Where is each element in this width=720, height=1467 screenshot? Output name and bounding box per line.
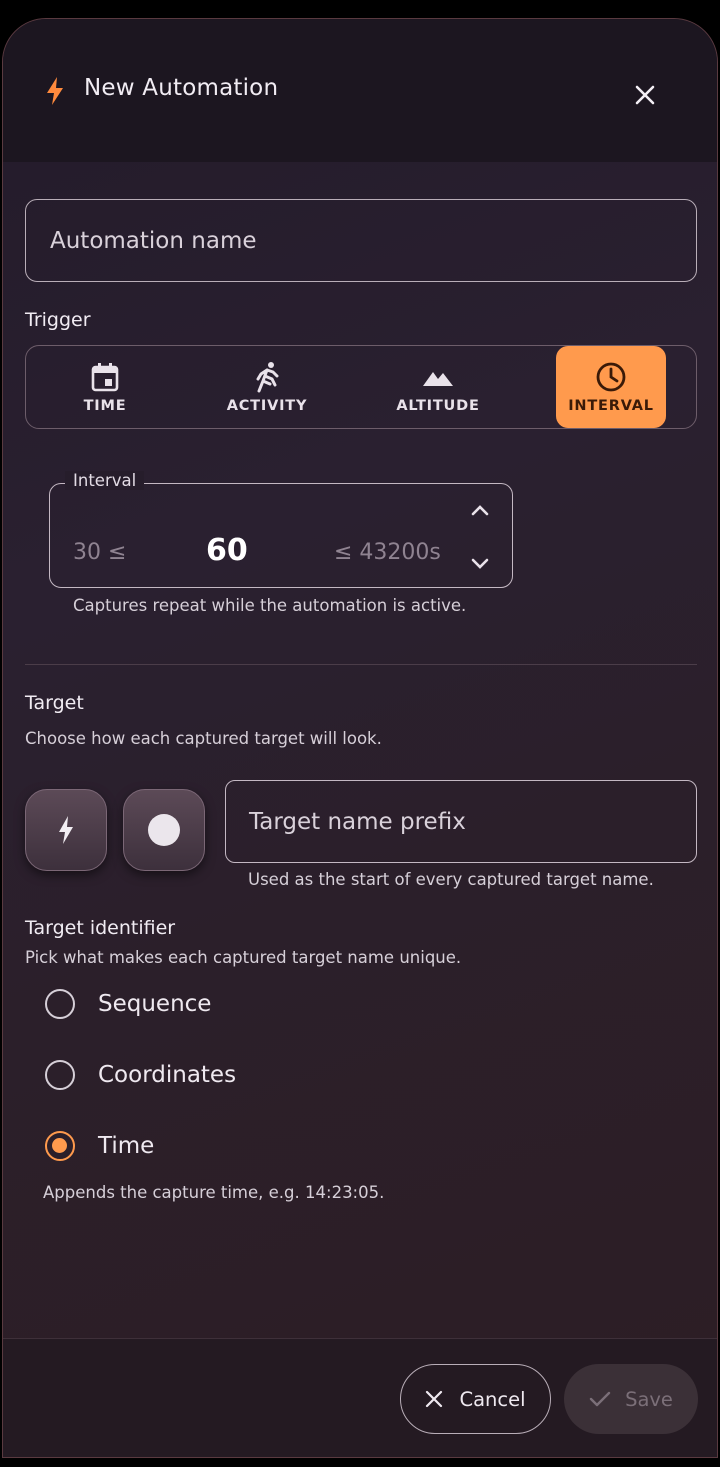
target-label: Target	[25, 692, 84, 714]
target-icon-button[interactable]	[25, 789, 107, 871]
circle-icon	[148, 814, 180, 846]
automation-dialog: New Automation Automation name Trigger T…	[2, 18, 718, 1458]
trigger-option-activity[interactable]: ACTIVITY	[184, 346, 350, 428]
trigger-label: Trigger	[25, 309, 91, 331]
chevron-down-icon[interactable]	[465, 548, 495, 578]
interval-min: 30 ≤	[73, 540, 127, 565]
identifier-label: Target identifier	[25, 917, 176, 939]
save-button[interactable]: Save	[564, 1364, 698, 1434]
radio-label: Time	[98, 1133, 155, 1159]
chevron-up-icon[interactable]	[465, 496, 495, 526]
automation-name-input[interactable]: Automation name	[25, 199, 697, 282]
section-divider	[25, 664, 697, 665]
identifier-selected-helper: Appends the capture time, e.g. 14:23:05.	[43, 1183, 385, 1202]
target-prefix-input[interactable]: Target name prefix	[225, 780, 697, 863]
dialog-title: New Automation	[84, 75, 279, 101]
running-icon	[256, 362, 279, 393]
identifier-helper: Pick what makes each captured target nam…	[25, 948, 462, 967]
trigger-option-label: TIME	[83, 398, 127, 414]
identifier-option-time[interactable]: Time	[45, 1131, 154, 1161]
target-shape-button[interactable]	[123, 789, 205, 871]
cancel-button-label: Cancel	[459, 1387, 526, 1411]
target-prefix-placeholder: Target name prefix	[249, 808, 466, 835]
radio-label: Coordinates	[98, 1062, 237, 1088]
dialog-header: New Automation	[3, 19, 717, 162]
radio-button[interactable]	[45, 1131, 75, 1161]
automation-name-placeholder: Automation name	[50, 227, 257, 254]
interval-input[interactable]	[49, 483, 513, 588]
bolt-icon	[47, 77, 63, 105]
bolt-icon	[59, 816, 73, 844]
trigger-segmented-control: TIME ACTIVITY ALTITUDE INTERVAL	[25, 345, 697, 429]
calendar-icon	[91, 363, 119, 392]
radio-button[interactable]	[45, 1060, 75, 1090]
trigger-option-altitude[interactable]: ALTITUDE	[350, 346, 526, 428]
target-helper: Choose how each captured target will loo…	[25, 729, 382, 748]
trigger-option-label: ACTIVITY	[226, 398, 308, 414]
radio-button[interactable]	[45, 989, 75, 1019]
identifier-option-sequence[interactable]: Sequence	[45, 989, 211, 1019]
identifier-option-coordinates[interactable]: Coordinates	[45, 1060, 236, 1090]
radio-label: Sequence	[98, 991, 212, 1017]
target-prefix-helper: Used as the start of every captured targ…	[248, 870, 654, 889]
save-button-label: Save	[625, 1387, 673, 1411]
trigger-option-label: ALTITUDE	[396, 398, 480, 414]
trigger-option-interval[interactable]: INTERVAL	[556, 346, 666, 428]
interval-helper: Captures repeat while the automation is …	[73, 596, 467, 615]
trigger-option-label: INTERVAL	[568, 398, 654, 414]
interval-max: ≤ 43200s	[334, 540, 441, 565]
interval-label: Interval	[65, 471, 145, 490]
cancel-button[interactable]: Cancel	[400, 1364, 551, 1434]
mountain-icon	[423, 372, 453, 386]
trigger-option-time[interactable]: TIME	[26, 346, 184, 428]
close-icon	[426, 1390, 443, 1408]
check-icon	[589, 1391, 611, 1407]
interval-value[interactable]: 60	[206, 533, 248, 568]
clock-icon	[596, 362, 626, 392]
close-icon[interactable]	[629, 79, 661, 111]
